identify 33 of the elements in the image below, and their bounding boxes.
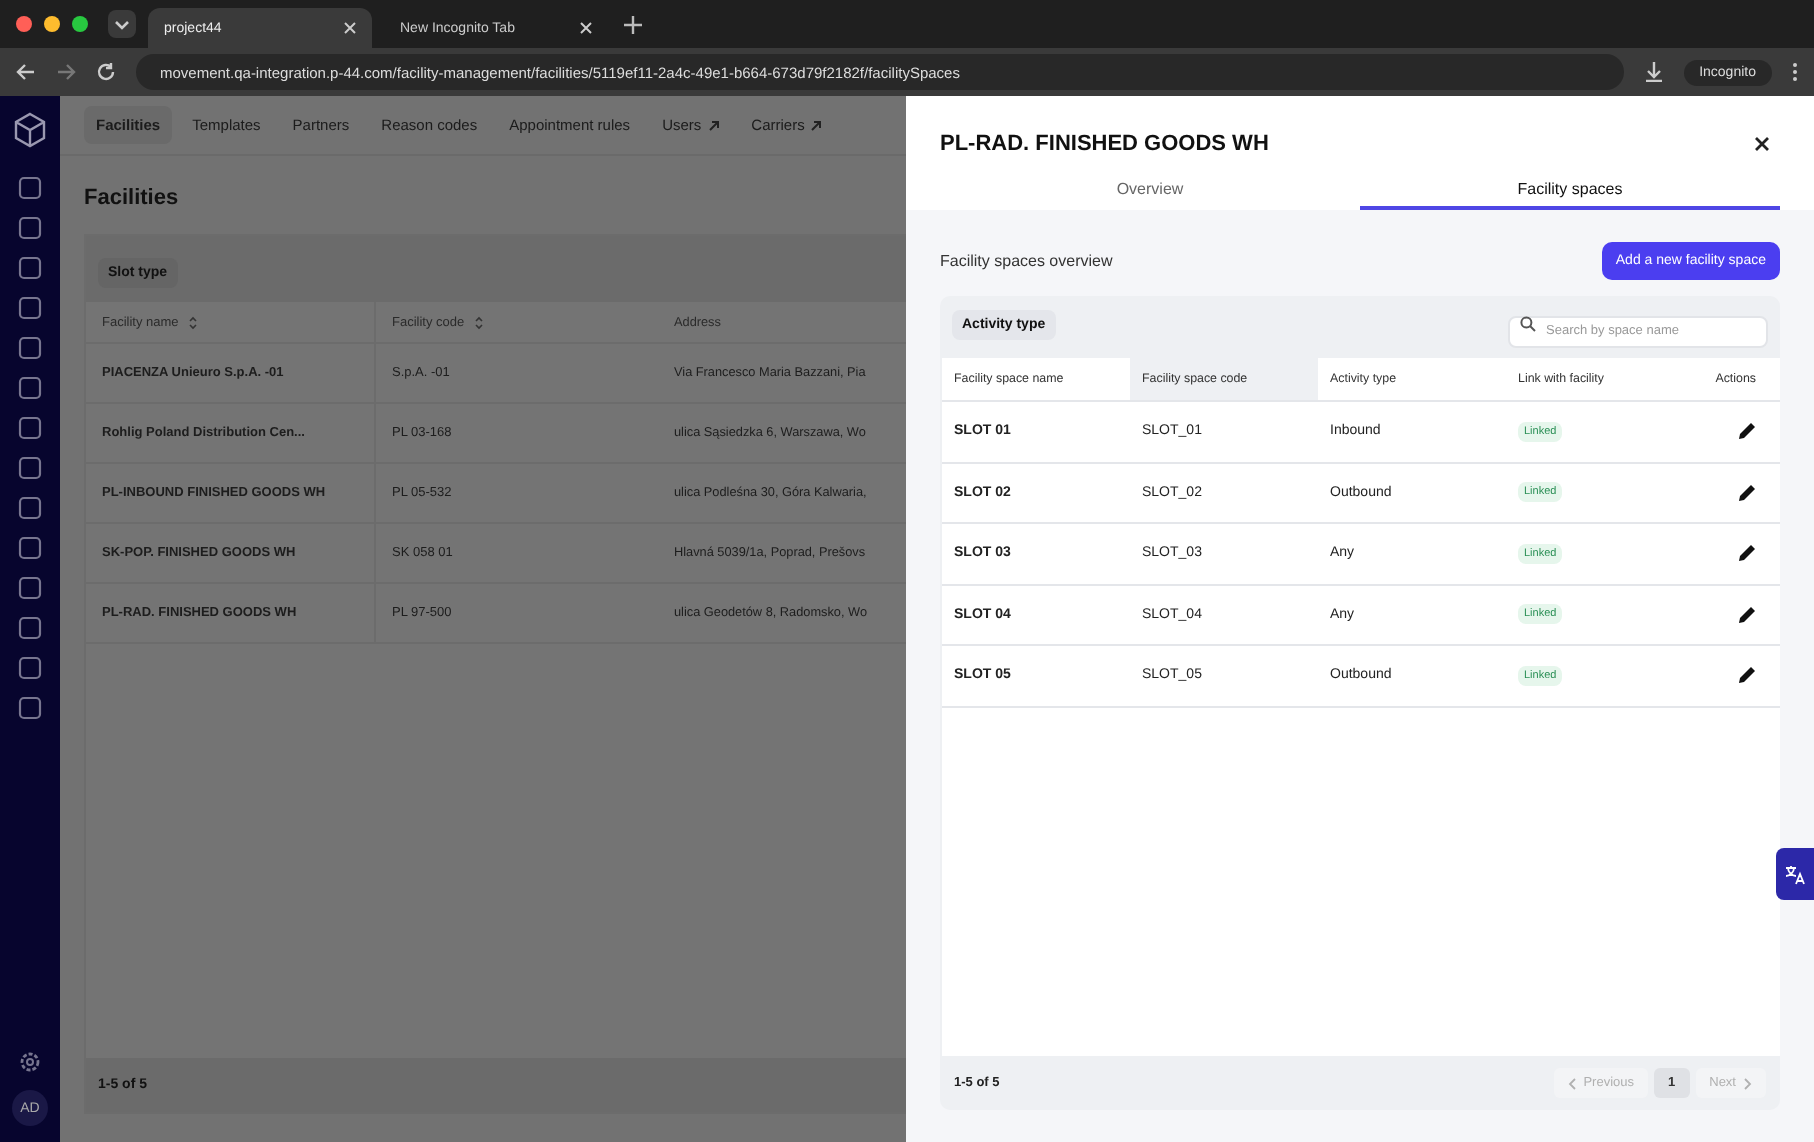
drawer-tab[interactable]: Overview (940, 176, 1360, 210)
edit-icon[interactable] (1738, 422, 1756, 441)
more-icon[interactable] (1792, 62, 1798, 82)
minimize-window-dot[interactable] (44, 16, 60, 32)
edit-icon[interactable] (1738, 666, 1756, 685)
close-icon[interactable] (1754, 136, 1770, 152)
close-tab-icon[interactable] (580, 22, 592, 34)
logo-icon[interactable] (12, 112, 48, 148)
maximize-window-dot[interactable] (72, 16, 88, 32)
edit-icon[interactable] (1738, 605, 1756, 624)
external-link-icon (707, 119, 720, 131)
plus-icon[interactable] (624, 15, 642, 33)
section-title: Facility spaces overview (940, 252, 1113, 270)
close-tab-icon[interactable] (344, 22, 356, 34)
sort-icon[interactable] (188, 315, 199, 329)
edit-icon[interactable] (1738, 544, 1756, 563)
translate-button[interactable] (1776, 848, 1814, 900)
search-icon (1520, 316, 1536, 332)
chevron-left-icon (1567, 1077, 1576, 1089)
drawer-title: PL-RAD. FINISHED GOODS WH (940, 132, 1269, 156)
edit-icon[interactable] (1738, 483, 1756, 502)
page-title: Facilities (84, 186, 181, 210)
reload-icon[interactable] (96, 62, 116, 82)
chevron-right-icon (1744, 1077, 1752, 1089)
external-link-icon (810, 119, 823, 131)
settings-icon[interactable] (18, 1050, 42, 1074)
sort-icon[interactable] (474, 315, 485, 329)
close-window-dot[interactable] (16, 16, 32, 32)
forward-icon[interactable] (56, 62, 76, 82)
translate-icon (1784, 863, 1806, 885)
back-icon[interactable] (16, 62, 36, 82)
download-icon[interactable] (1643, 62, 1664, 82)
chevron-down-icon[interactable] (108, 10, 136, 38)
